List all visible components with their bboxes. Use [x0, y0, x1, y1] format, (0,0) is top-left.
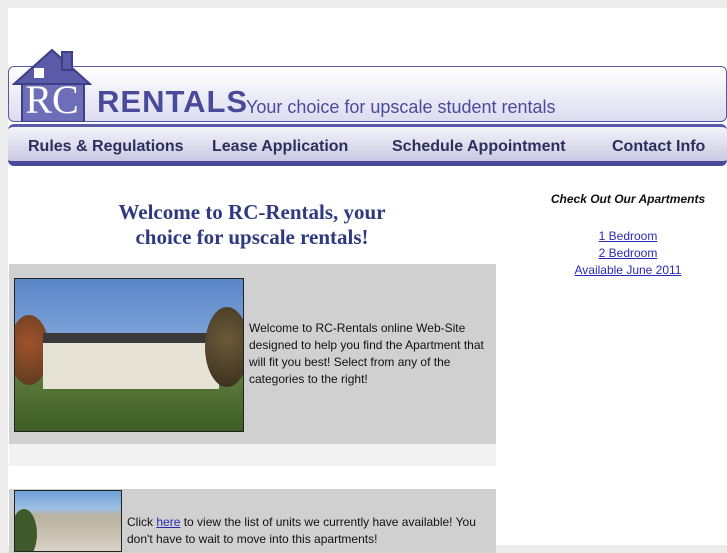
nav-rules-regulations[interactable]: Rules & Regulations — [28, 137, 184, 157]
building-shape — [43, 333, 219, 389]
link-1-bedroom[interactable]: 1 Bedroom — [528, 229, 727, 243]
panel-spacer — [9, 444, 496, 466]
apartment-photo — [14, 278, 244, 432]
link-available-june-2011[interactable]: Available June 2011 — [528, 263, 727, 277]
logo-rc: RC — [25, 77, 79, 122]
nav-bar: Rules & Regulations Lease Application Sc… — [8, 124, 727, 166]
nav-contact-info[interactable]: Contact Info — [612, 137, 705, 157]
availability-text: Click here to view the list of units we … — [127, 514, 487, 548]
availability-text-after: to view the list of units we currently h… — [127, 515, 476, 546]
welcome-line-2: choice for upscale rentals! — [135, 225, 369, 249]
nav-schedule-appointment[interactable]: Schedule Appointment — [392, 137, 566, 157]
welcome-line-1: Welcome to RC-Rentals, your — [118, 200, 386, 224]
tree-shape — [205, 307, 243, 387]
availability-text-before: Click — [127, 515, 157, 529]
apartment-photo-small — [14, 490, 122, 552]
nav-lease-application[interactable]: Lease Application — [212, 137, 348, 157]
here-link[interactable]: here — [156, 515, 180, 529]
tree-shape — [15, 509, 37, 551]
intro-text: Welcome to RC-Rentals online Web-Site de… — [249, 321, 484, 386]
welcome-heading: Welcome to RC-Rentals, your choice for u… — [86, 200, 418, 249]
link-2-bedroom[interactable]: 2 Bedroom — [528, 246, 727, 260]
logo-tagline: Your choice for upscale student rentals — [246, 97, 556, 117]
logo-rentals: RENTALS — [97, 84, 249, 119]
sidebar-title: Check Out Our Apartments — [550, 192, 706, 206]
